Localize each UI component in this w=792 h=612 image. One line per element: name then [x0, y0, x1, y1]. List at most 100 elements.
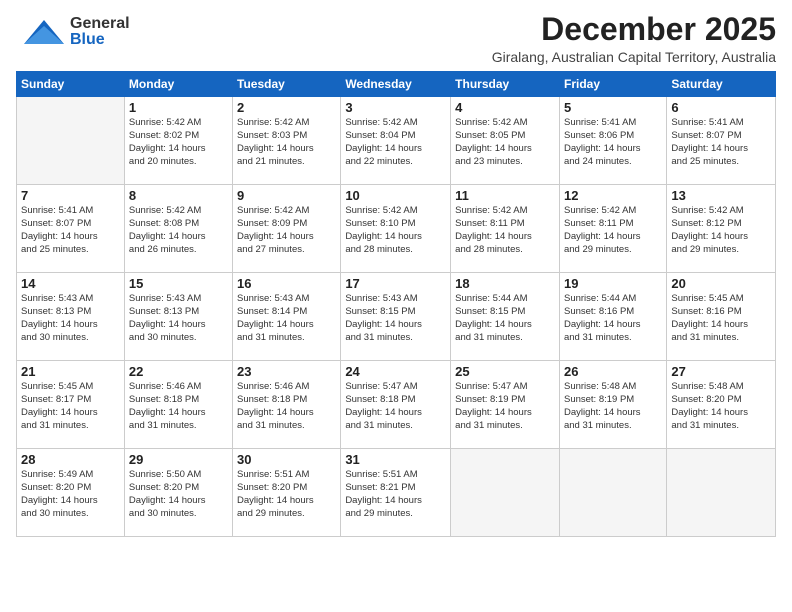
day-info: Sunrise: 5:47 AM Sunset: 8:18 PM Dayligh… — [345, 381, 446, 432]
logo-blue-text: Blue — [70, 32, 130, 48]
day-number: 23 — [237, 364, 336, 379]
calendar-week-2: 7Sunrise: 5:41 AM Sunset: 8:07 PM Daylig… — [17, 185, 776, 273]
day-info: Sunrise: 5:43 AM Sunset: 8:13 PM Dayligh… — [21, 293, 120, 344]
logo: General Blue — [16, 12, 130, 52]
table-row: 12Sunrise: 5:42 AM Sunset: 8:11 PM Dayli… — [559, 185, 666, 273]
col-wednesday: Wednesday — [341, 72, 451, 97]
day-info: Sunrise: 5:41 AM Sunset: 8:06 PM Dayligh… — [564, 117, 662, 168]
month-title: December 2025 — [492, 12, 776, 47]
table-row: 13 Sunrise: 5:42 AM Sunset: 8:12 PM Dayli… — [667, 185, 776, 273]
table-row: 7Sunrise: 5:41 AM Sunset: 8:07 PM Daylig… — [17, 185, 125, 273]
table-row: 18 Sunrise: 5:44 AM Sunset: 8:15 PM Dayli… — [451, 273, 560, 361]
day-info: Sunrise: 5:47 AM Sunset: 8:19 PM Dayligh… — [455, 381, 555, 432]
day-info: Sunrise: 5:51 AM Sunset: 8:21 PM Dayligh… — [345, 469, 446, 520]
logo-text: General Blue — [70, 16, 130, 48]
day-info: Sunrise: 5:42 AM Sunset: 8:10 PM Dayligh… — [345, 205, 446, 256]
day-info: Sunrise: 5:45 AM Sunset: 8:17 PM Dayligh… — [21, 381, 120, 432]
table-row: 6Sunrise: 5:41 AM Sunset: 8:07 PM Daylig… — [667, 97, 776, 185]
table-row — [667, 449, 776, 537]
col-monday: Monday — [124, 72, 232, 97]
table-row: 19 Sunrise: 5:44 AM Sunset: 8:16 PM Dayli… — [559, 273, 666, 361]
day-number: 5 — [564, 100, 662, 115]
table-row: 17 Sunrise: 5:43 AM Sunset: 8:15 PM Dayli… — [341, 273, 451, 361]
calendar-week-1: 1Sunrise: 5:42 AM Sunset: 8:02 PM Daylig… — [17, 97, 776, 185]
day-info: Sunrise: 5:45 AM Sunset: 8:16 PM Dayligh… — [671, 293, 771, 344]
table-row: 29 Sunrise: 5:50 AM Sunset: 8:20 PM Dayli… — [124, 449, 232, 537]
table-row: 2Sunrise: 5:42 AM Sunset: 8:03 PM Daylig… — [233, 97, 341, 185]
day-number: 17 — [345, 276, 446, 291]
table-row: 30 Sunrise: 5:51 AM Sunset: 8:20 PM Dayli… — [233, 449, 341, 537]
day-info: Sunrise: 5:41 AM Sunset: 8:07 PM Dayligh… — [671, 117, 771, 168]
day-number: 22 — [129, 364, 228, 379]
day-number: 21 — [21, 364, 120, 379]
day-number: 10 — [345, 188, 446, 203]
table-row: 10 Sunrise: 5:42 AM Sunset: 8:10 PM Dayli… — [341, 185, 451, 273]
calendar-header-row: Sunday Monday Tuesday Wednesday Thursday… — [17, 72, 776, 97]
day-number: 3 — [345, 100, 446, 115]
day-info: Sunrise: 5:50 AM Sunset: 8:20 PM Dayligh… — [129, 469, 228, 520]
table-row: 22 Sunrise: 5:46 AM Sunset: 8:18 PM Dayli… — [124, 361, 232, 449]
calendar-week-4: 21 Sunrise: 5:45 AM Sunset: 8:17 PM Dayli… — [17, 361, 776, 449]
day-number: 24 — [345, 364, 446, 379]
page: General Blue December 2025 Giralang, Aus… — [0, 0, 792, 612]
table-row: 24 Sunrise: 5:47 AM Sunset: 8:18 PM Dayli… — [341, 361, 451, 449]
table-row — [17, 97, 125, 185]
title-block: December 2025 Giralang, Australian Capit… — [492, 12, 776, 65]
table-row: 4Sunrise: 5:42 AM Sunset: 8:05 PM Daylig… — [451, 97, 560, 185]
day-info: Sunrise: 5:42 AM Sunset: 8:04 PM Dayligh… — [345, 117, 446, 168]
table-row: 25Sunrise: 5:47 AM Sunset: 8:19 PM Dayli… — [451, 361, 560, 449]
day-number: 30 — [237, 452, 336, 467]
day-info: Sunrise: 5:51 AM Sunset: 8:20 PM Dayligh… — [237, 469, 336, 520]
day-info: Sunrise: 5:48 AM Sunset: 8:19 PM Dayligh… — [564, 381, 662, 432]
day-info: Sunrise: 5:42 AM Sunset: 8:11 PM Dayligh… — [455, 205, 555, 256]
col-tuesday: Tuesday — [233, 72, 341, 97]
table-row — [559, 449, 666, 537]
table-row: 21 Sunrise: 5:45 AM Sunset: 8:17 PM Dayli… — [17, 361, 125, 449]
day-number: 13 — [671, 188, 771, 203]
calendar-week-5: 28 Sunrise: 5:49 AM Sunset: 8:20 PM Dayli… — [17, 449, 776, 537]
day-number: 31 — [345, 452, 446, 467]
day-number: 26 — [564, 364, 662, 379]
table-row: 26 Sunrise: 5:48 AM Sunset: 8:19 PM Dayli… — [559, 361, 666, 449]
table-row: 3 Sunrise: 5:42 AM Sunset: 8:04 PM Daylig… — [341, 97, 451, 185]
day-info: Sunrise: 5:42 AM Sunset: 8:12 PM Dayligh… — [671, 205, 771, 256]
day-number: 11 — [455, 188, 555, 203]
table-row: 8 Sunrise: 5:42 AM Sunset: 8:08 PM Daylig… — [124, 185, 232, 273]
table-row: 5 Sunrise: 5:41 AM Sunset: 8:06 PM Daylig… — [559, 97, 666, 185]
day-number: 4 — [455, 100, 555, 115]
day-number: 28 — [21, 452, 120, 467]
day-info: Sunrise: 5:46 AM Sunset: 8:18 PM Dayligh… — [129, 381, 228, 432]
day-info: Sunrise: 5:43 AM Sunset: 8:14 PM Dayligh… — [237, 293, 336, 344]
day-number: 8 — [129, 188, 228, 203]
table-row — [451, 449, 560, 537]
table-row: 15Sunrise: 5:43 AM Sunset: 8:13 PM Dayli… — [124, 273, 232, 361]
table-row: 20Sunrise: 5:45 AM Sunset: 8:16 PM Dayli… — [667, 273, 776, 361]
day-number: 27 — [671, 364, 771, 379]
day-info: Sunrise: 5:44 AM Sunset: 8:16 PM Dayligh… — [564, 293, 662, 344]
day-number: 9 — [237, 188, 336, 203]
calendar-week-3: 14Sunrise: 5:43 AM Sunset: 8:13 PM Dayli… — [17, 273, 776, 361]
day-number: 18 — [455, 276, 555, 291]
col-thursday: Thursday — [451, 72, 560, 97]
day-info: Sunrise: 5:42 AM Sunset: 8:08 PM Dayligh… — [129, 205, 228, 256]
table-row: 1Sunrise: 5:42 AM Sunset: 8:02 PM Daylig… — [124, 97, 232, 185]
table-row: 9 Sunrise: 5:42 AM Sunset: 8:09 PM Daylig… — [233, 185, 341, 273]
day-info: Sunrise: 5:43 AM Sunset: 8:15 PM Dayligh… — [345, 293, 446, 344]
subtitle: Giralang, Australian Capital Territory, … — [492, 49, 776, 65]
day-info: Sunrise: 5:42 AM Sunset: 8:03 PM Dayligh… — [237, 117, 336, 168]
day-info: Sunrise: 5:44 AM Sunset: 8:15 PM Dayligh… — [455, 293, 555, 344]
day-number: 16 — [237, 276, 336, 291]
table-row: 27 Sunrise: 5:48 AM Sunset: 8:20 PM Dayli… — [667, 361, 776, 449]
day-info: Sunrise: 5:49 AM Sunset: 8:20 PM Dayligh… — [21, 469, 120, 520]
table-row: 23Sunrise: 5:46 AM Sunset: 8:18 PM Dayli… — [233, 361, 341, 449]
day-number: 29 — [129, 452, 228, 467]
day-number: 19 — [564, 276, 662, 291]
table-row: 11 Sunrise: 5:42 AM Sunset: 8:11 PM Dayli… — [451, 185, 560, 273]
day-info: Sunrise: 5:42 AM Sunset: 8:09 PM Dayligh… — [237, 205, 336, 256]
header: General Blue December 2025 Giralang, Aus… — [16, 12, 776, 65]
col-saturday: Saturday — [667, 72, 776, 97]
table-row: 14Sunrise: 5:43 AM Sunset: 8:13 PM Dayli… — [17, 273, 125, 361]
col-friday: Friday — [559, 72, 666, 97]
day-info: Sunrise: 5:48 AM Sunset: 8:20 PM Dayligh… — [671, 381, 771, 432]
day-info: Sunrise: 5:41 AM Sunset: 8:07 PM Dayligh… — [21, 205, 120, 256]
